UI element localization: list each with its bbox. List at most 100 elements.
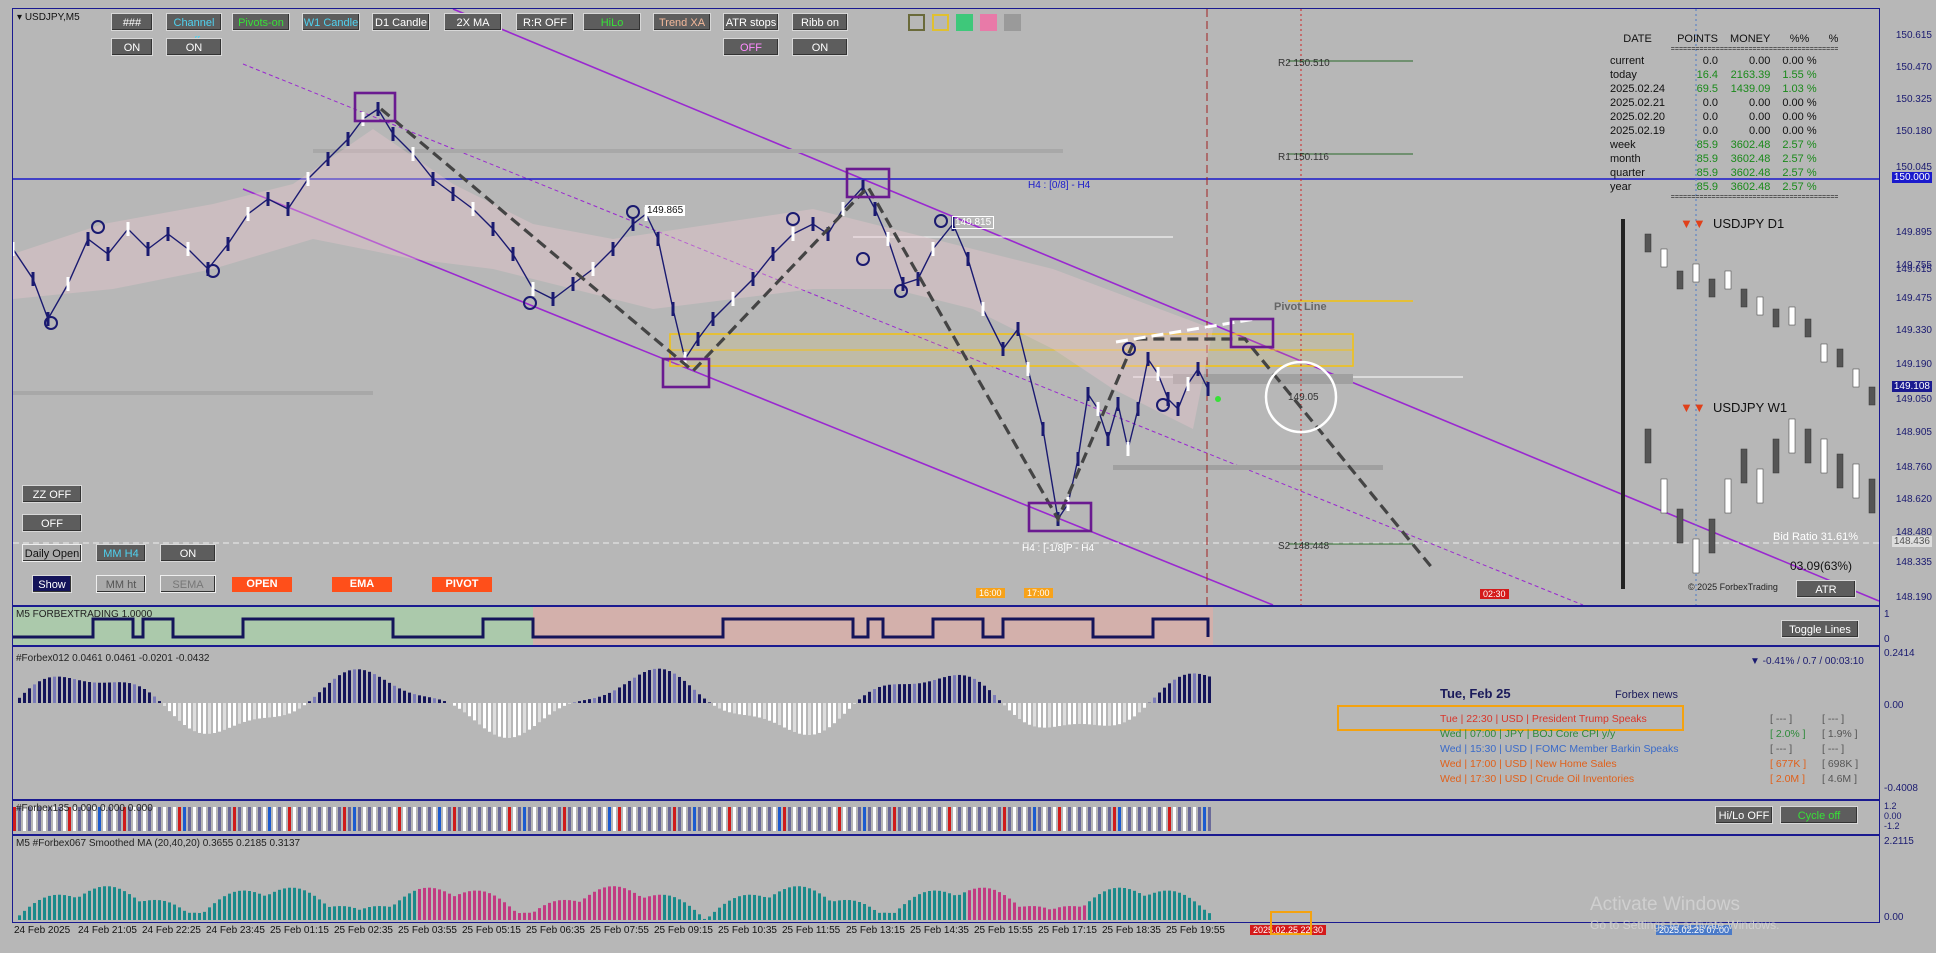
- cycle-off-button[interactable]: Cycle off: [1780, 806, 1858, 824]
- toolbar-btn-ribb-on[interactable]: Ribb on: [792, 13, 848, 31]
- toggle-lines-button[interactable]: Toggle Lines: [1781, 620, 1859, 638]
- smoothed-ma-bar: [513, 910, 516, 920]
- histogram-bar: [313, 696, 316, 703]
- color-swatch[interactable]: [956, 14, 973, 31]
- show-button[interactable]: Show: [32, 575, 72, 593]
- smoothed-ma-bar: [1038, 906, 1041, 920]
- histogram-bar: [253, 703, 256, 720]
- open-button[interactable]: OPEN: [232, 577, 292, 592]
- news-item[interactable]: Wed | 17:30 | USD | Crude Oil Inventorie…: [1440, 773, 1634, 785]
- signal-bar: [183, 807, 186, 831]
- smoothed-ma-bar: [408, 893, 411, 920]
- price-tick: 148.335: [1895, 557, 1932, 568]
- zz-off-button[interactable]: ZZ OFF: [22, 485, 82, 503]
- mm-ht-button[interactable]: MM ht: [96, 575, 146, 593]
- perf-cell: 0.0: [1702, 125, 1719, 137]
- signal-bar: [268, 807, 271, 831]
- daily-open-button[interactable]: Daily Open: [22, 544, 82, 562]
- candle: [471, 202, 475, 216]
- smoothed-ma-bar: [428, 887, 431, 920]
- mini-candle-d1: [1772, 308, 1780, 328]
- price-axis[interactable]: 150.615 150.470 150.325 150.180 150.045 150.0…: [1880, 8, 1936, 606]
- forbextrading-pane[interactable]: M5 FORBEXTRADING 1.0000: [12, 606, 1880, 646]
- sema-button[interactable]: SEMA: [160, 575, 216, 593]
- smoothed-ma-bar: [588, 894, 591, 920]
- histogram-bar: [358, 669, 361, 703]
- color-swatch[interactable]: [1004, 14, 1021, 31]
- signal-bar: [688, 807, 691, 831]
- smoothed-ma-bar: [498, 898, 501, 920]
- signal-bar: [318, 807, 321, 831]
- toolbar-btn-2x-ma[interactable]: 2X MA: [444, 13, 502, 31]
- candle: [361, 112, 365, 126]
- smoothed-ma-bar: [53, 894, 56, 920]
- color-swatch[interactable]: [932, 14, 949, 31]
- toolbar-btn-hilo[interactable]: HiLo: [583, 13, 641, 31]
- toolbar-btn-channel-off[interactable]: Channel off: [166, 13, 222, 47]
- time-tick: 25 Feb 07:55: [590, 925, 649, 936]
- signal-bar: [188, 807, 191, 831]
- signal-bar: [668, 807, 671, 831]
- signal-bar: [673, 807, 676, 831]
- smoothed-ma-bar: [283, 888, 286, 920]
- color-swatch[interactable]: [980, 14, 997, 31]
- smoothed-ma-bar: [1063, 906, 1066, 920]
- color-swatch[interactable]: [908, 14, 925, 31]
- signal-bar: [643, 807, 646, 831]
- mm-h4-button[interactable]: MM H4: [96, 544, 146, 562]
- toolbar-btn-atr-stops[interactable]: ATR stops: [723, 13, 779, 31]
- toggle-btn-1[interactable]: ON: [111, 38, 153, 56]
- mini-candle-d1: [1644, 233, 1652, 253]
- histogram-bar: [88, 682, 91, 703]
- histogram-bar: [28, 688, 31, 703]
- news-item[interactable]: Wed | 17:00 | USD | New Home Sales: [1440, 758, 1617, 770]
- toggle-btn-2[interactable]: ON: [166, 38, 222, 56]
- toolbar-btn-r-r-off[interactable]: R:R OFF: [516, 13, 574, 31]
- hilo-off-button[interactable]: Hi/Lo OFF: [1715, 806, 1773, 824]
- histogram-bar: [378, 676, 381, 703]
- symbol-header: ▾ USDJPY,M5: [17, 12, 80, 23]
- toolbar-btn-w1-candle[interactable]: W1 Candle: [302, 13, 360, 31]
- histogram-bar: [1033, 703, 1036, 727]
- smoothed-ma-bar: [423, 887, 426, 920]
- histogram-bar: [663, 669, 666, 703]
- histogram-bar: [138, 686, 141, 703]
- toggle-btn-3[interactable]: OFF: [723, 38, 779, 56]
- news-item[interactable]: Wed | 15:30 | USD | FOMC Member Barkin S…: [1440, 743, 1679, 755]
- toolbar-btn-trend-xa[interactable]: Trend XA: [653, 13, 711, 31]
- signal-bar: [473, 807, 476, 831]
- toggle-btn-4[interactable]: ON: [792, 38, 848, 56]
- smoothed-ma-bar: [253, 892, 256, 920]
- price-label-149815: 149.815: [952, 216, 995, 229]
- smoothed-ma-bar: [183, 910, 186, 920]
- toolbar-btn-[interactable]: ###: [111, 13, 153, 31]
- news-item[interactable]: Tue | 22:30 | USD | President Trump Spea…: [1440, 713, 1647, 725]
- on-button[interactable]: ON: [160, 544, 216, 562]
- signal-bar: [858, 807, 861, 831]
- toolbar-btn-d1-candle[interactable]: D1 Candle: [372, 13, 430, 31]
- price-tick: 148.190: [1895, 592, 1932, 603]
- forbex135-pane[interactable]: #Forbex135 0.000 0.000 0.000: [12, 800, 1880, 835]
- ema-button[interactable]: EMA: [332, 577, 392, 592]
- mini-candle-d1: [1756, 296, 1764, 316]
- smoothed-ma-bar: [278, 889, 281, 920]
- candle: [411, 147, 415, 161]
- atr-button[interactable]: ATR: [1796, 580, 1856, 598]
- smoothed-ma-bar: [193, 912, 196, 920]
- smoothed-ma-bar: [223, 896, 226, 920]
- toolbar-btn-pivots-on[interactable]: Pivots-on: [232, 13, 290, 31]
- news-item[interactable]: Wed | 07:00 | JPY | BOJ Core CPI y/y: [1440, 728, 1615, 740]
- histogram-bar: [1158, 692, 1161, 703]
- histogram-bar: [288, 703, 291, 714]
- pivot-button[interactable]: PIVOT: [432, 577, 492, 592]
- perf-cell: 0.0: [1702, 55, 1719, 67]
- smoothed-ma-bar: [733, 898, 736, 920]
- smoothed-ma-bar: [338, 906, 341, 920]
- price-chart[interactable]: [13, 9, 1879, 605]
- mini-candle-w1: [1660, 478, 1668, 514]
- signal-bar: [973, 807, 976, 831]
- smoothed-ma-bar: [68, 895, 71, 920]
- main-chart-pane[interactable]: ▾ USDJPY,M5: [12, 8, 1880, 606]
- off-button[interactable]: OFF: [22, 514, 82, 532]
- signal-bar: [1143, 807, 1146, 831]
